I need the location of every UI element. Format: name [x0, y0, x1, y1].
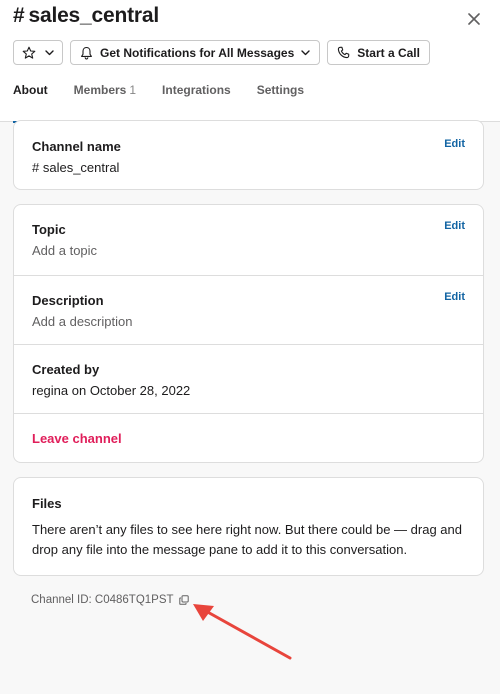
tab-integrations[interactable]: Integrations — [162, 82, 231, 122]
copy-channel-id-button[interactable] — [178, 595, 189, 605]
tab-members-label: Members — [73, 83, 127, 97]
star-dropdown-button[interactable] — [13, 40, 63, 65]
channel-name-card: Channel name # sales_central Edit — [13, 120, 484, 190]
channel-details-dialog: # sales_central Get Notifications for Al… — [0, 0, 500, 694]
description-label: Description — [32, 293, 104, 308]
phone-icon — [338, 46, 350, 59]
tab-settings[interactable]: Settings — [257, 82, 304, 122]
bell-icon — [81, 46, 92, 60]
edit-description-link[interactable]: Edit — [444, 291, 465, 303]
topic-value: Add a topic — [32, 243, 98, 258]
star-icon — [22, 46, 36, 59]
chevron-down-icon — [301, 49, 310, 55]
created-by-value: regina on October 28, 2022 — [32, 383, 191, 398]
annotation-arrow — [193, 604, 292, 660]
toolbar: Get Notifications for All Messages Start… — [13, 40, 430, 65]
channel-id-text: Channel ID: C0486TQ1PST — [31, 594, 174, 606]
start-call-button[interactable]: Start a Call — [327, 40, 430, 65]
topic-label: Topic — [32, 222, 66, 237]
created-by-label: Created by — [32, 362, 100, 377]
notifications-label: Get Notifications for All Messages — [100, 45, 295, 60]
description-value: Add a description — [32, 314, 133, 329]
tab-members[interactable]: Members 1 — [74, 82, 136, 122]
edit-channel-name-link[interactable]: Edit — [444, 138, 465, 150]
page-title: # sales_central — [13, 4, 159, 28]
dialog-header: # sales_central Get Notifications for Al… — [0, 0, 500, 123]
tab-about-label: About — [13, 83, 48, 97]
created-by-section: Created by regina on October 28, 2022 — [14, 344, 483, 413]
tab-about[interactable]: About — [13, 82, 48, 123]
channel-name-value: # sales_central — [32, 160, 120, 175]
members-count: 1 — [129, 83, 137, 97]
channel-id-row: Channel ID: C0486TQ1PST — [31, 594, 189, 606]
leave-channel-section[interactable]: Leave channel — [14, 413, 483, 462]
close-button[interactable] — [464, 9, 484, 29]
close-icon — [468, 13, 480, 25]
tab-integrations-label: Integrations — [162, 83, 231, 97]
channel-hash: # — [13, 4, 25, 27]
tab-settings-label: Settings — [256, 83, 305, 97]
edit-topic-link[interactable]: Edit — [444, 220, 465, 232]
channel-title: sales_central — [28, 4, 159, 27]
copy-icon — [178, 595, 189, 605]
channel-name-section[interactable]: Channel name # sales_central Edit — [14, 121, 483, 176]
leave-channel-button[interactable]: Leave channel — [32, 431, 122, 446]
files-section: Files There aren’t any files to see here… — [14, 478, 483, 560]
channel-name-label: Channel name — [32, 139, 121, 154]
files-card: Files There aren’t any files to see here… — [13, 477, 484, 576]
topic-section[interactable]: Topic Add a topic Edit — [14, 205, 483, 275]
chevron-down-icon — [45, 49, 54, 55]
files-label: Files — [32, 496, 62, 511]
description-section[interactable]: Description Add a description Edit — [14, 275, 483, 344]
channel-details-card: Topic Add a topic Edit Description Add a… — [13, 204, 484, 463]
notifications-button[interactable]: Get Notifications for All Messages — [70, 40, 321, 65]
tab-bar: About Members 1 Integrations Settings — [13, 82, 330, 123]
start-call-label: Start a Call — [357, 45, 420, 60]
files-empty-text: There aren’t any files to see here right… — [32, 522, 462, 557]
